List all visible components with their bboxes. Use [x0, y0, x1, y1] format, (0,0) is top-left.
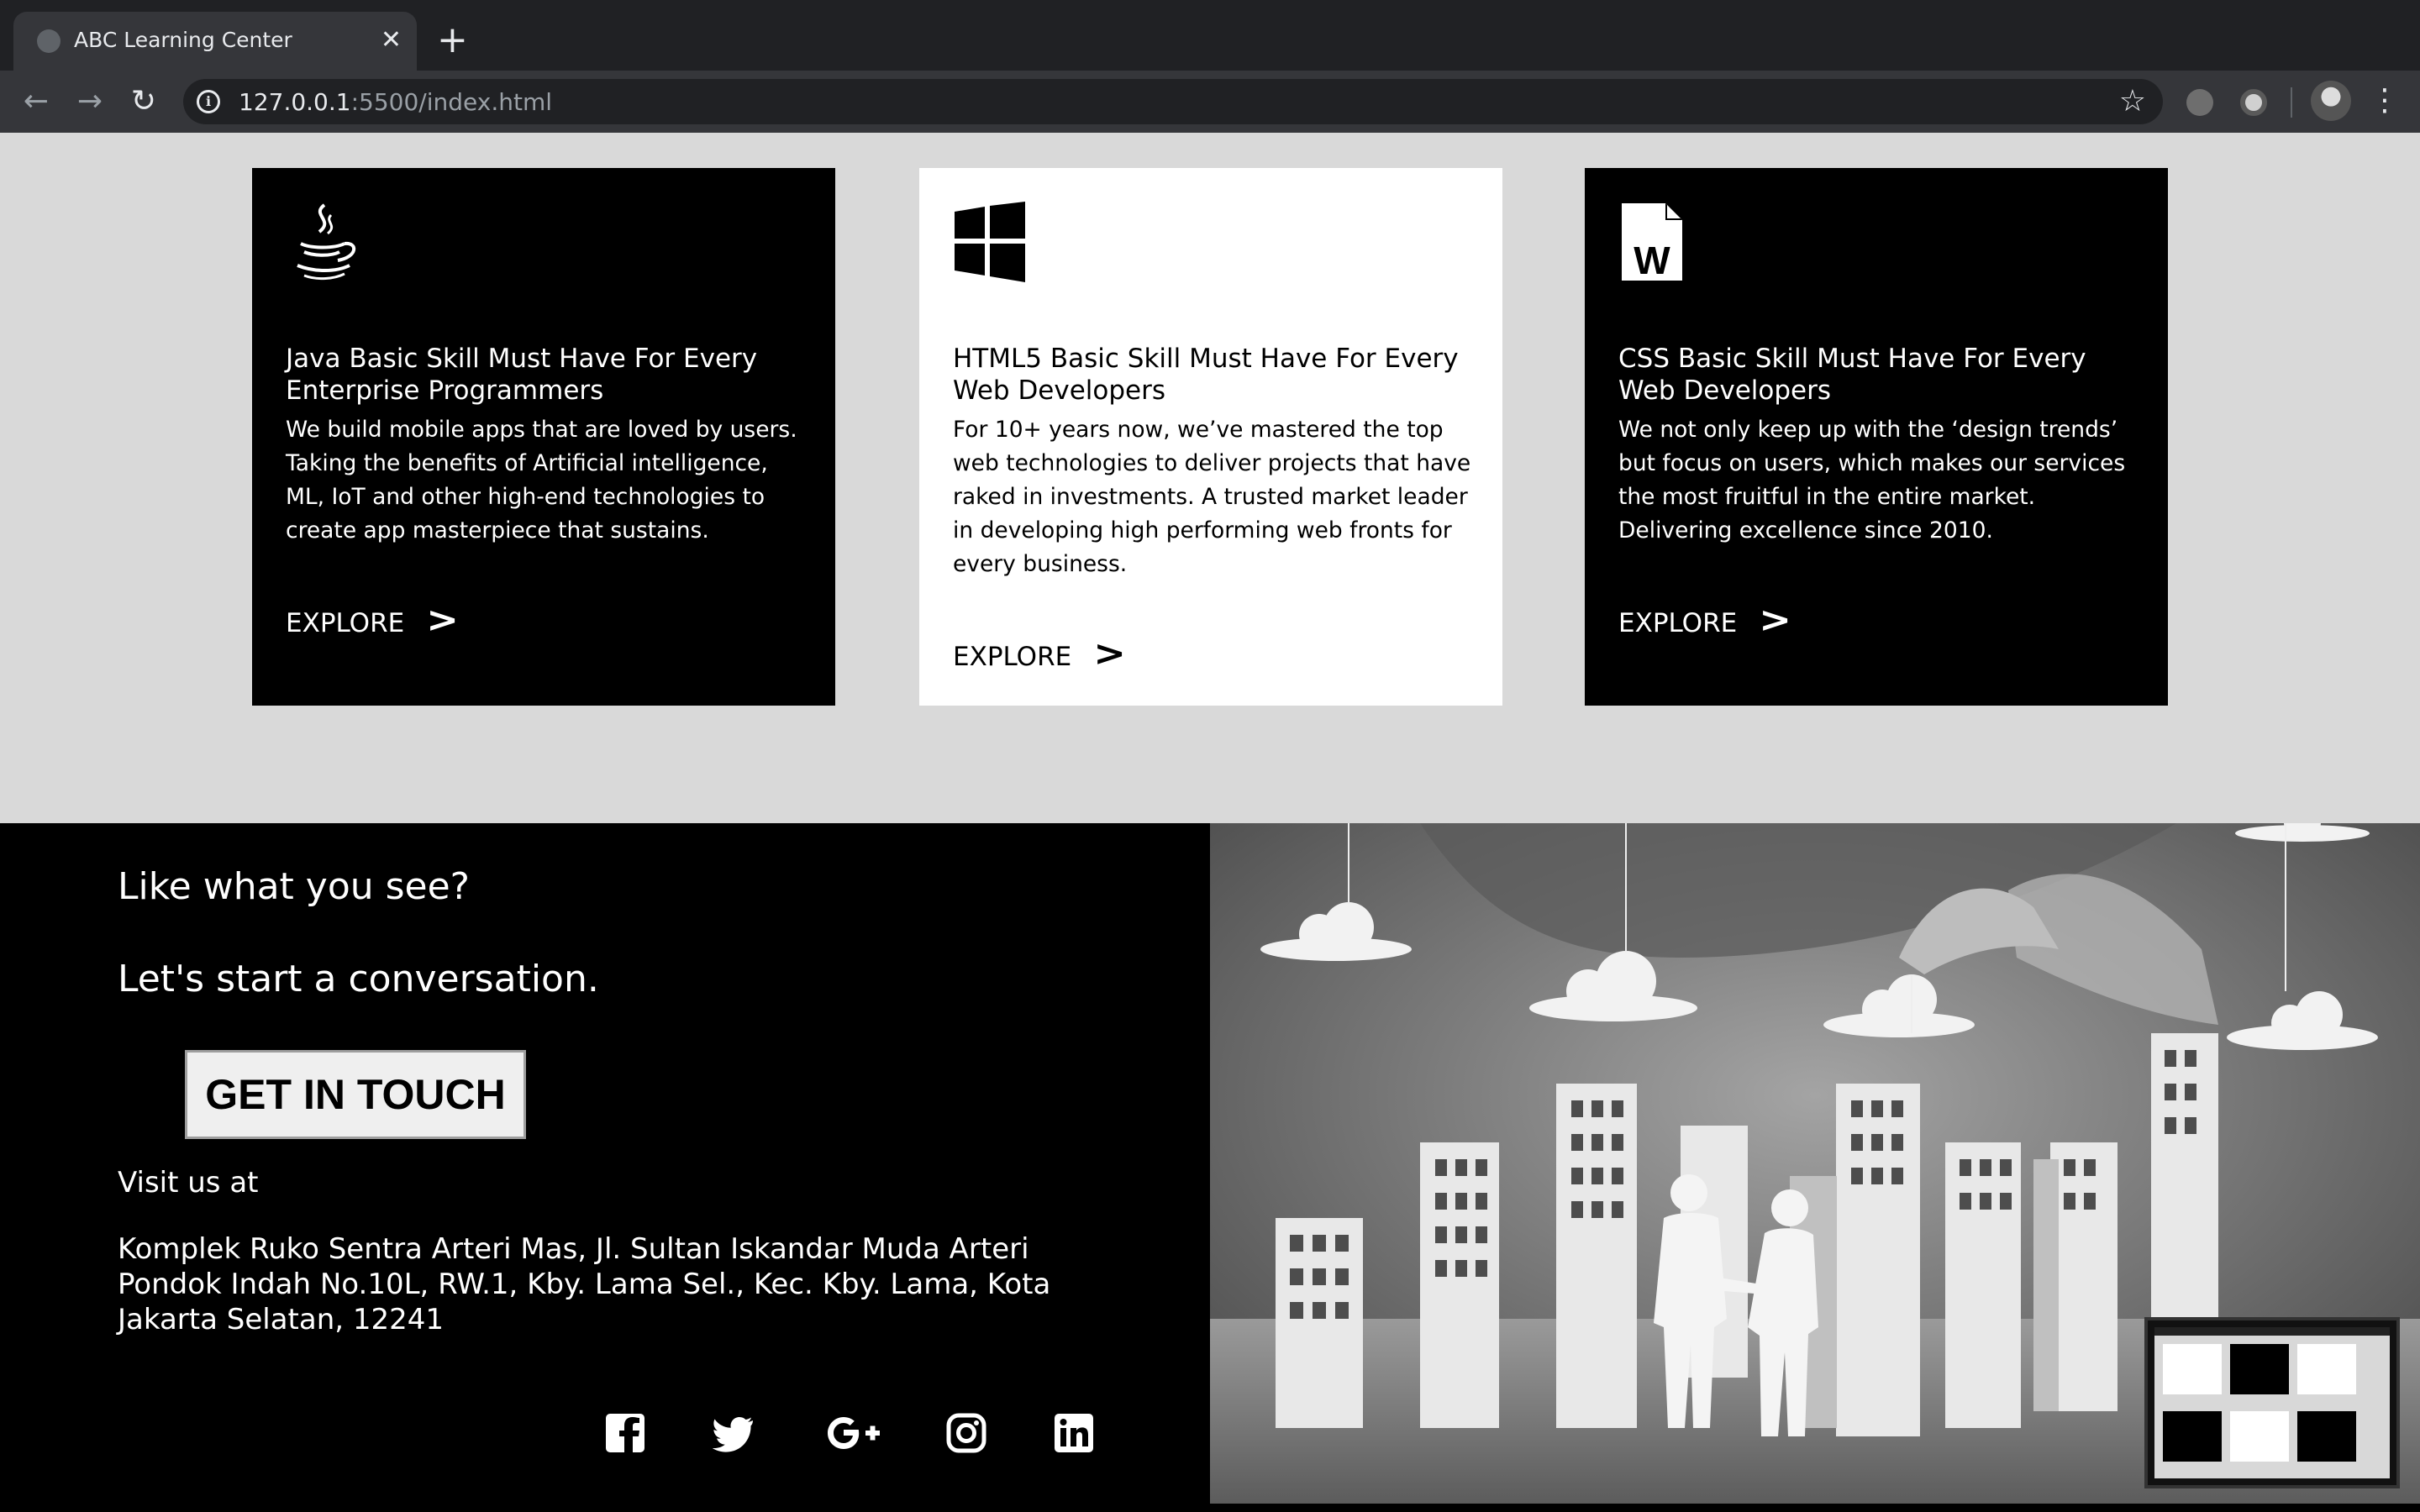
instagram-icon[interactable] — [944, 1411, 988, 1455]
card-title: Java Basic Skill Must Have For Every Ent… — [286, 344, 758, 406]
card-title: HTML5 Basic Skill Must Have For Every We… — [953, 344, 1459, 406]
course-card-html5: HTML5 Basic Skill Must Have For Every We… — [919, 168, 1502, 706]
contact-subheading: Let's start a conversation. — [118, 958, 599, 1000]
card-description: For 10+ years now, we’ve mastered the to… — [953, 417, 1471, 577]
extension-record-icon[interactable] — [2240, 89, 2267, 116]
browser-toolbar: ← → ↻ i 127.0.0.1:5500/index.html ☆ ⋮ — [0, 71, 2420, 133]
card-description: We build mobile apps that are loved by u… — [286, 417, 797, 543]
explore-link[interactable]: EXPLORE > — [953, 633, 1127, 674]
google-plus-icon[interactable] — [825, 1411, 881, 1455]
course-card-css: W CSS Basic Skill Must Have For Every We… — [1585, 168, 2168, 706]
card-description: We not only keep up with the ‘design tre… — [1618, 417, 2126, 543]
linkedin-icon[interactable] — [1052, 1411, 1096, 1455]
card-title: CSS Basic Skill Must Have For Every Web … — [1618, 344, 2086, 406]
arrow-right-icon: > — [426, 599, 460, 640]
explore-link[interactable]: EXPLORE > — [286, 599, 460, 640]
url-text[interactable]: 127.0.0.1:5500/index.html — [239, 88, 552, 116]
browser-tab-strip: ABC Learning Center ✕ + — [0, 0, 2420, 71]
arrow-right-icon: > — [1093, 633, 1127, 674]
browser-tab[interactable]: ABC Learning Center ✕ — [13, 12, 417, 71]
section-bottom-strip — [1210, 1504, 2420, 1512]
explore-link[interactable]: EXPLORE > — [1618, 599, 1792, 640]
toolbar-divider — [2291, 87, 2292, 118]
tab-title: ABC Learning Center — [74, 28, 292, 52]
facebook-icon[interactable] — [603, 1411, 647, 1455]
arrow-right-icon: > — [1759, 599, 1792, 640]
java-icon — [297, 203, 355, 281]
address-text: Komplek Ruko Sentra Arteri Mas, Jl. Sult… — [118, 1232, 1051, 1336]
bookmark-star-icon[interactable]: ☆ — [2119, 84, 2146, 118]
twitter-icon[interactable] — [713, 1411, 756, 1455]
reload-icon[interactable]: ↻ — [124, 82, 163, 121]
forward-arrow-icon[interactable]: → — [71, 82, 109, 121]
course-cards-section: Java Basic Skill Must Have For Every Ent… — [0, 133, 2420, 823]
extension-icon[interactable] — [2186, 89, 2213, 116]
new-tab-button[interactable]: + — [437, 22, 468, 59]
contact-section: Like what you see? Let's start a convers… — [0, 823, 1210, 1512]
visit-label: Visit us at — [118, 1166, 259, 1200]
kebab-menu-icon[interactable]: ⋮ — [2370, 81, 2400, 121]
get-in-touch-button[interactable]: GET IN TOUCH — [185, 1050, 526, 1139]
contact-heading: Like what you see? — [118, 865, 471, 908]
site-info-icon[interactable]: i — [197, 90, 220, 113]
close-tab-icon[interactable]: ✕ — [381, 25, 402, 55]
address-bar[interactable]: i 127.0.0.1:5500/index.html ☆ — [183, 79, 2163, 124]
illustration-artwork — [1210, 823, 2420, 1504]
back-arrow-icon[interactable]: ← — [17, 82, 55, 121]
windows-icon — [955, 202, 1025, 282]
course-card-java: Java Basic Skill Must Have For Every Ent… — [252, 168, 835, 706]
profile-avatar[interactable] — [2311, 81, 2351, 121]
globe-icon — [37, 29, 60, 53]
word-letter: W — [1634, 239, 1670, 282]
word-document-icon: W — [1622, 203, 1682, 282]
business-handshake-city-image — [1210, 823, 2420, 1504]
page-content: Java Basic Skill Must Have For Every Ent… — [0, 133, 2420, 1512]
